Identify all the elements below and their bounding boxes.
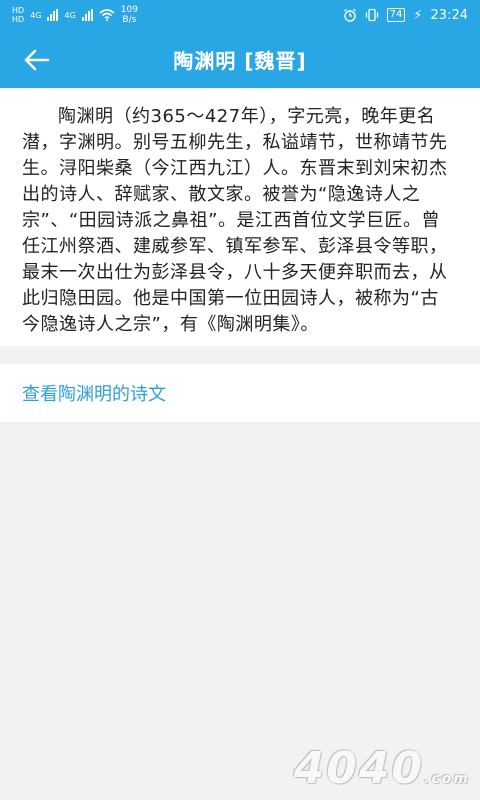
status-right: 74 ⚡ 23:24 <box>343 8 468 23</box>
author-bio-text: 陶渊明（约365～427年），字元亮，晚年更名潜，字渊明。别号五柳先生，私谥靖节… <box>22 106 448 335</box>
vibrate-icon <box>365 8 378 22</box>
author-bio-card: 陶渊明（约365～427年），字元亮，晚年更名潜，字渊明。别号五柳先生，私谥靖节… <box>0 88 480 346</box>
alarm-icon <box>343 8 356 22</box>
view-poems-link[interactable]: 查看陶渊明的诗文 <box>22 380 166 406</box>
network-type: 4G <box>30 10 42 20</box>
wifi-icon <box>99 9 115 21</box>
signal-icon <box>47 9 59 21</box>
speed-unit: B/s <box>122 15 137 25</box>
battery-level: 74 <box>389 9 403 20</box>
watermark-text: 4040 <box>293 743 425 794</box>
status-bar: HD HD 4G 4G 109 B/s 74 ⚡ 23:24 <box>0 0 480 30</box>
speed-value: 109 <box>120 5 138 15</box>
back-arrow-icon <box>24 49 50 71</box>
hd-badge: HD <box>12 6 25 15</box>
hd-badges: HD HD <box>12 6 24 24</box>
hd-badge: HD <box>12 15 25 24</box>
charging-icon: ⚡ <box>413 7 423 23</box>
battery-icon: 74 <box>386 8 406 22</box>
site-watermark: 4040.com <box>294 743 470 794</box>
signal-icon <box>81 9 93 21</box>
clock: 23:24 <box>430 7 468 23</box>
watermark-suffix: .com <box>424 771 470 787</box>
page-title: 陶渊明 [魏晋] <box>173 48 307 73</box>
network-speed: 109 B/s <box>121 5 138 25</box>
network-type: 4G <box>64 10 76 20</box>
status-left: HD HD 4G 4G 109 B/s <box>12 5 138 25</box>
poems-link-row[interactable]: 查看陶渊明的诗文 <box>0 364 480 422</box>
back-button[interactable] <box>22 45 52 75</box>
app-header: 陶渊明 [魏晋] <box>0 30 480 88</box>
